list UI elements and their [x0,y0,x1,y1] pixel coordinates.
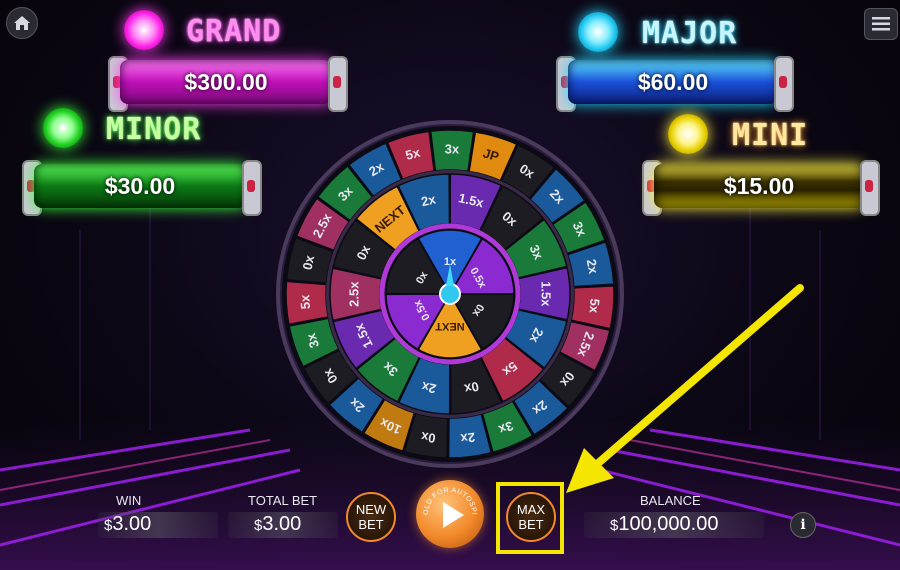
info-icon: i [800,517,806,533]
win-amount: $3.00 [104,513,151,536]
inner-ring-label: 1x [444,256,457,268]
wheel-hub [439,283,461,305]
total-bet-amount: $3.00 [254,513,301,536]
new-bet-line2: BET [358,517,384,532]
max-bet-highlight [496,482,564,554]
outer-ring-label: 5x [586,298,602,314]
spin-play-icon: HOLD FOR AUTOSPIN [416,480,477,528]
middle-ring-label: 2.5x [346,281,361,307]
total-bet-label: TOTAL BET [248,493,318,508]
balance-value: 100,000.00 [618,513,719,535]
inner-ring-label: NEXT [435,320,465,332]
game-stage: GRAND $300.00 MAJOR $60.00 MINOR $30.00 … [0,0,900,570]
win-value: 3.00 [112,513,152,535]
new-bet-button[interactable]: NEW BET [346,492,396,542]
balance-amount: $100,000.00 [610,513,718,536]
outer-ring-label: 3x [445,141,460,156]
outer-ring-label: 2x [459,430,476,447]
total-bet-value: 3.00 [262,513,302,535]
middle-ring-label: 1.5x [539,281,554,307]
info-button[interactable]: i [790,512,816,538]
spin-button[interactable]: HOLD FOR AUTOSPIN [416,480,484,548]
outer-ring-label: 5x [297,294,313,310]
new-bet-line1: NEW [355,502,387,517]
win-label: WIN [116,493,142,508]
balance-label: BALANCE [640,493,701,508]
